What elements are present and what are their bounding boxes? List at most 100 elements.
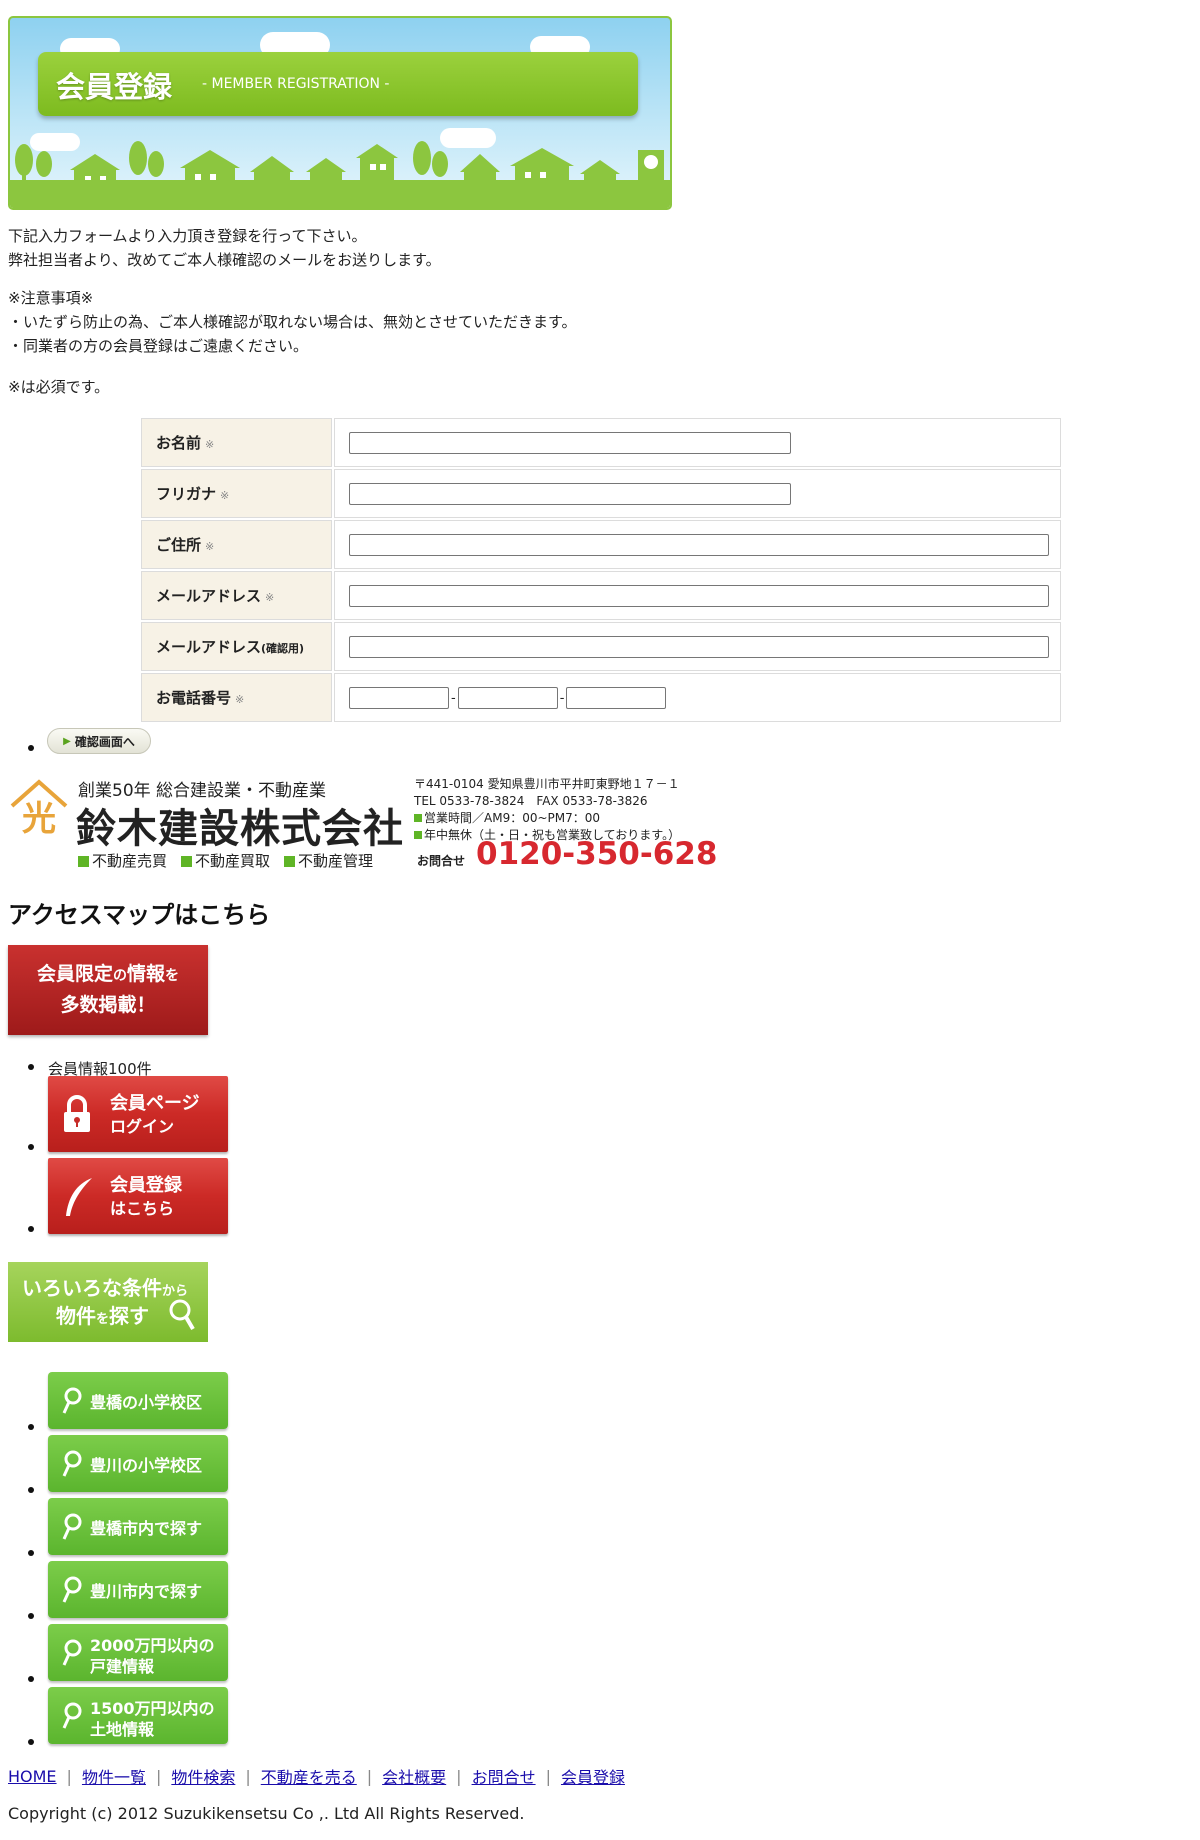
footer-link-sell[interactable]: 不動産を売る xyxy=(261,1764,357,1788)
lock-icon xyxy=(64,1095,90,1132)
intro-line-2: 弊社担当者より、改めてご本人様確認のメールをお送りします。 xyxy=(8,251,441,269)
footer-separator: | xyxy=(245,1766,251,1786)
service-list: 不動産売買 不動産買取 不動産管理 xyxy=(78,850,373,871)
form-row-phone: お電話番号 ※ -- xyxy=(141,673,1061,722)
search-toyohashi-city-button[interactable]: 豊橋市内で探す xyxy=(48,1498,228,1555)
required-mark: ※ xyxy=(205,540,215,553)
footer-separator: | xyxy=(66,1766,72,1786)
member-promo-banner: 会員限定の情報を 多数掲載！ xyxy=(8,945,208,1035)
search-toyohashi-school-district-button[interactable]: 豊橋の小学校区 xyxy=(48,1372,228,1429)
promo-text: 情報 xyxy=(127,963,166,985)
address-label-cell: ご住所 ※ xyxy=(141,520,332,569)
banner-subtitle: - MEMBER REGISTRATION - xyxy=(202,76,390,92)
search-button-label: 豊川の小学校区 xyxy=(90,1456,203,1475)
access-map-link[interactable]: アクセスマップはこちら xyxy=(8,895,270,930)
list-bullet xyxy=(28,1487,34,1493)
search-promo-line-1: いろいろな条件から xyxy=(22,1272,188,1301)
address-field-cell xyxy=(334,520,1061,569)
email-input[interactable] xyxy=(349,584,1049,607)
phone-input-1[interactable] xyxy=(349,686,449,709)
service-label: 不動産売買 xyxy=(92,852,168,870)
form-row-kana: フリガナ ※ xyxy=(141,469,1061,518)
intro-line-1: 下記入力フォームより入力頂き登録を行って下さい。 xyxy=(8,227,367,245)
search-promo-line-2: 物件を探す xyxy=(56,1300,149,1329)
company-name: 鈴木建設株式会社 xyxy=(76,806,404,852)
form-row-name: お名前 ※ xyxy=(141,418,1061,467)
service-item: 不動産買取 xyxy=(181,850,270,871)
promo-line-2: 多数掲載！ xyxy=(60,994,156,1016)
name-label: お名前 xyxy=(156,434,202,452)
phone-dash: - xyxy=(451,690,456,706)
form-row-address: ご住所 ※ xyxy=(141,520,1061,569)
business-hours: 営業時間／AM9：00~PM7：00 xyxy=(424,811,601,825)
member-registration-banner: 会員登録 - MEMBER REGISTRATION - xyxy=(8,16,672,210)
phone-field-cell: -- xyxy=(334,673,1061,722)
registration-form: お名前 ※ フリガナ ※ ご住所 ※ メールアドレス ※ メールアドレス(確認用) xyxy=(139,416,1063,724)
search-button-label-2: 戸建情報 xyxy=(90,1657,155,1676)
required-mark: ※ xyxy=(265,591,275,604)
promo-line-1: 会員限定の情報を xyxy=(8,960,208,991)
notes-heading: ※注意事項※ xyxy=(8,289,94,307)
business-hours-row: 営業時間／AM9：00~PM7：00 xyxy=(414,810,680,827)
search-toyokawa-school-district-button[interactable]: 豊川の小学校区 xyxy=(48,1435,228,1492)
square-icon xyxy=(414,831,422,839)
kana-input[interactable] xyxy=(349,482,791,505)
list-bullet xyxy=(28,745,34,751)
login-button-line-1: 会員ページ xyxy=(110,1093,200,1114)
magnifier-icon xyxy=(62,1450,82,1477)
search-button-label: 豊橋市内で探す xyxy=(90,1519,203,1538)
email-confirm-input[interactable] xyxy=(349,635,1049,658)
address-input[interactable] xyxy=(349,533,1049,556)
list-bullet xyxy=(28,1550,34,1556)
freedial-number[interactable]: 0120-350-628 xyxy=(476,836,717,872)
footer-link-register[interactable]: 会員登録 xyxy=(561,1764,625,1788)
notes-item-1: ・いたずら防止の為、ご本人様確認が取れない場合は、無効とさせていただきます。 xyxy=(8,313,577,331)
search-house-under-20m-button[interactable]: 2000万円以内の 戸建情報 xyxy=(48,1624,228,1681)
required-mark: ※ xyxy=(205,438,215,451)
square-icon xyxy=(284,856,296,867)
form-row-email-confirm: メールアドレス(確認用) xyxy=(141,622,1061,671)
search-land-under-15m-button[interactable]: 1500万円以内の 土地情報 xyxy=(48,1687,228,1744)
service-label: 不動産管理 xyxy=(298,852,374,870)
banner-ground xyxy=(10,180,670,208)
email-confirm-label: メールアドレス xyxy=(156,638,262,656)
footer-link-property-list[interactable]: 物件一覧 xyxy=(82,1764,146,1788)
magnifier-icon xyxy=(62,1513,82,1540)
kana-label: フリガナ xyxy=(156,485,217,503)
square-icon xyxy=(414,814,422,822)
promo-text: を xyxy=(96,1312,110,1327)
confirm-button[interactable]: ▶ 確認画面へ xyxy=(47,728,151,754)
company-contact-info: 〒441-0104 愛知県豊川市平井町東野地１７－１ TEL 0533-78-3… xyxy=(414,776,680,844)
member-register-button[interactable]: 会員登録 はこちら xyxy=(48,1158,228,1234)
name-input[interactable] xyxy=(349,431,791,454)
contact-label: お問合せ xyxy=(417,854,466,868)
list-bullet xyxy=(28,1739,34,1745)
member-login-button[interactable]: 会員ページ ログイン xyxy=(48,1076,228,1152)
search-button-label: 豊橋の小学校区 xyxy=(90,1393,203,1412)
footer-link-property-search[interactable]: 物件検索 xyxy=(171,1764,235,1788)
phone-input-3[interactable] xyxy=(566,686,667,709)
search-toyokawa-city-button[interactable]: 豊川市内で探す xyxy=(48,1561,228,1618)
play-icon: ▶ xyxy=(63,735,71,747)
search-button-label-2: 土地情報 xyxy=(90,1720,155,1739)
promo-text: 探す xyxy=(109,1304,150,1328)
email-label-cell: メールアドレス ※ xyxy=(141,571,332,620)
list-bullet xyxy=(28,1613,34,1619)
search-button-label: 豊川市内で探す xyxy=(90,1582,203,1601)
company-tel-fax: TEL 0533-78-3824 FAX 0533-78-3826 xyxy=(414,794,648,808)
banner-title-bar: 会員登録 - MEMBER REGISTRATION - xyxy=(38,52,638,116)
svg-text:光: 光 xyxy=(22,799,56,838)
footer-link-contact[interactable]: お問合せ xyxy=(472,1764,536,1788)
phone-input-2[interactable] xyxy=(457,686,558,709)
email-confirm-suffix: (確認用) xyxy=(261,642,305,655)
footer-link-company[interactable]: 会社概要 xyxy=(382,1764,446,1788)
address-label: ご住所 xyxy=(156,536,202,554)
list-bullet xyxy=(28,1226,34,1232)
confirm-button-label: 確認画面へ xyxy=(74,734,135,749)
magnifier-icon xyxy=(62,1387,82,1414)
search-promo-banner: いろいろな条件から 物件を探す xyxy=(8,1262,208,1342)
list-bullet xyxy=(28,1064,34,1070)
footer-link-home[interactable]: HOME xyxy=(8,1767,57,1786)
service-item: 不動産売買 xyxy=(78,850,167,871)
phone-dash: - xyxy=(559,690,565,706)
